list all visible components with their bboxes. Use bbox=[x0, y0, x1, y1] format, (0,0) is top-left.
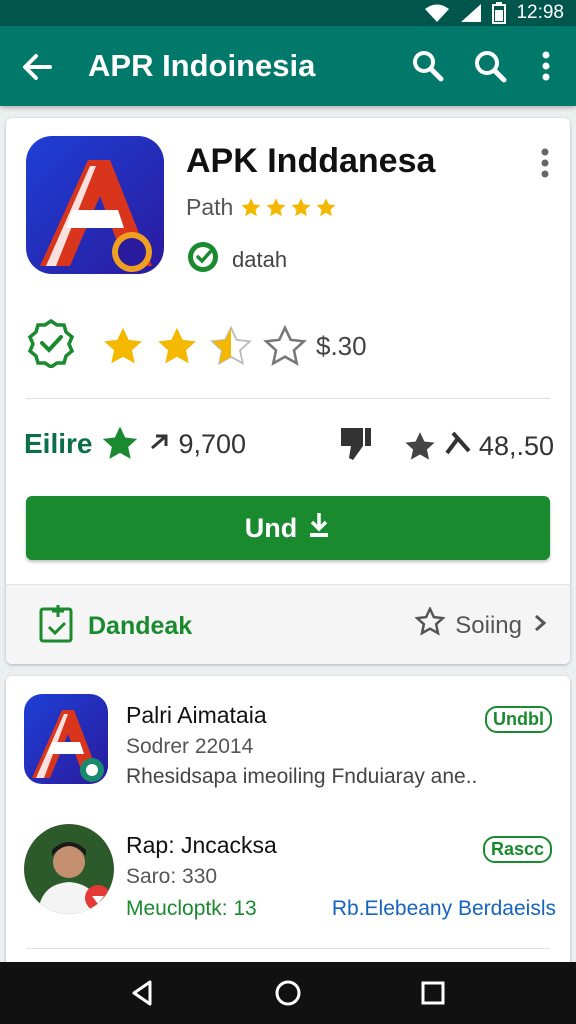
list-item-subtitle: Sodrer 22014 bbox=[126, 735, 254, 758]
rating-row: $.30 bbox=[26, 318, 367, 375]
star-outline-icon bbox=[414, 605, 447, 644]
list-item-meta-left: Meucloptk: 13 bbox=[126, 897, 257, 920]
downloads-count: 9,700 bbox=[178, 428, 247, 459]
star-icon[interactable] bbox=[154, 325, 200, 369]
star-icon bbox=[405, 431, 435, 460]
reviews-count: 48,.50 bbox=[478, 431, 554, 461]
divider bbox=[26, 398, 550, 399]
developer-row: Path bbox=[186, 194, 338, 221]
search-icon[interactable] bbox=[410, 48, 446, 84]
footer-strip: Dandeak Soiing bbox=[6, 584, 570, 664]
related-apps-card: Palri Aimataia Sodrer 22014 Rhesidsapa i… bbox=[6, 676, 570, 976]
footer-left-label: Dandeak bbox=[88, 612, 193, 640]
wifi-icon bbox=[424, 3, 450, 23]
status-label: datah bbox=[232, 247, 288, 272]
list-item[interactable]: Palri Aimataia Sodrer 22014 Rhesidsapa i… bbox=[6, 676, 570, 794]
battery-icon bbox=[492, 2, 507, 24]
list-item[interactable]: Rap: Jncacksa Saro: 330 Meucloptk: 13 Rb… bbox=[6, 806, 570, 924]
status-badge[interactable]: Undbl bbox=[485, 706, 552, 733]
chevron-right-icon bbox=[532, 612, 548, 640]
list-item-description: Rhesidsapa imeoiling Fnduiaray ane.. bbox=[126, 765, 478, 788]
footer-right-link[interactable]: Soiing bbox=[414, 605, 548, 644]
star-icon bbox=[316, 197, 336, 216]
more-vert-icon[interactable] bbox=[538, 146, 552, 180]
app-detail-card: APK Inddanesa Path datah $.30 Eilire 9,7… bbox=[6, 118, 570, 664]
app-logo-icon bbox=[26, 136, 164, 274]
recents-nav-icon[interactable] bbox=[418, 978, 448, 1008]
footer-right-label: Soiing bbox=[455, 611, 522, 639]
stats-label: Eilire bbox=[24, 428, 93, 459]
app-title: APK Inddanesa bbox=[186, 142, 436, 180]
back-nav-icon[interactable] bbox=[128, 978, 158, 1008]
home-nav-icon[interactable] bbox=[273, 978, 303, 1008]
install-label: Und bbox=[244, 512, 298, 543]
back-arrow-icon[interactable] bbox=[20, 50, 54, 84]
avatar bbox=[24, 824, 114, 914]
star-half-icon[interactable] bbox=[208, 325, 254, 369]
arrow-icon bbox=[445, 429, 471, 464]
thumbs-down-icon[interactable] bbox=[337, 424, 373, 469]
search-icon[interactable] bbox=[472, 48, 508, 84]
list-item-subtitle: Saro: 330 bbox=[126, 865, 218, 888]
developer-stars bbox=[239, 197, 338, 219]
document-icon bbox=[38, 603, 74, 650]
system-nav-bar bbox=[0, 962, 576, 1024]
page-title: APR Indoinesia bbox=[88, 48, 316, 83]
status-badge[interactable]: Rascc bbox=[482, 836, 552, 863]
verified-check-icon bbox=[186, 240, 220, 280]
star-icon bbox=[266, 197, 286, 216]
more-vert-icon[interactable] bbox=[536, 48, 556, 84]
install-button[interactable]: Und bbox=[26, 496, 550, 560]
status-bar: 12:98 bbox=[0, 0, 576, 26]
divider bbox=[26, 948, 550, 949]
app-bar: APR Indoinesia bbox=[0, 26, 576, 106]
verified-row: datah bbox=[186, 240, 287, 280]
list-item-title: Palri Aimataia bbox=[126, 702, 267, 728]
arrow-icon bbox=[148, 432, 170, 457]
badge-check-icon bbox=[26, 318, 76, 375]
stats-row: Eilire 9,700 48,.50 bbox=[24, 418, 554, 468]
app-logo-icon bbox=[24, 694, 108, 784]
star-icon bbox=[241, 197, 261, 216]
star-icon bbox=[291, 197, 311, 216]
download-icon bbox=[307, 511, 331, 546]
developer-name[interactable]: Path bbox=[186, 194, 233, 221]
star-icon bbox=[103, 426, 138, 459]
list-item-meta-right[interactable]: Rb.Elebeany Berdaeisls bbox=[332, 897, 556, 921]
price-label: $.30 bbox=[316, 331, 367, 361]
star-icon[interactable] bbox=[100, 325, 146, 369]
clock: 12:98 bbox=[516, 2, 564, 23]
signal-icon bbox=[460, 3, 482, 23]
footer-left-link[interactable]: Dandeak bbox=[38, 603, 192, 650]
star-outline-icon[interactable] bbox=[262, 324, 308, 369]
